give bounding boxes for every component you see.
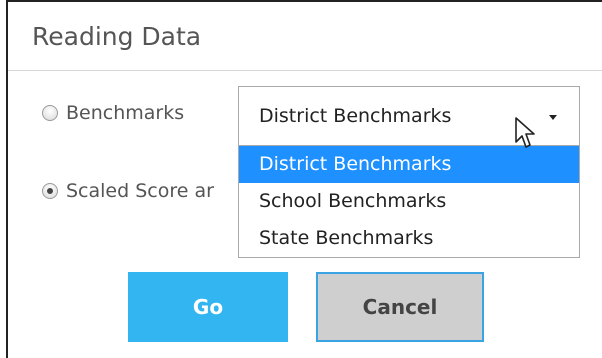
go-button[interactable]: Go [128,272,288,342]
mouse-pointer-icon [515,117,535,148]
benchmarks-label: Benchmarks [66,102,185,124]
option-school-benchmarks[interactable]: School Benchmarks [239,183,579,220]
panel-header: Reading Data [8,2,602,71]
benchmark-select-value: District Benchmarks [259,105,452,127]
scaled-score-label: Scaled Score ar [66,180,214,202]
reading-data-panel: Reading Data Benchmarks Scaled Score ar … [6,0,602,358]
benchmarks-option[interactable]: Benchmarks [42,102,184,124]
option-state-benchmarks[interactable]: State Benchmarks [239,220,579,257]
option-district-benchmarks[interactable]: District Benchmarks [239,146,579,183]
panel-title: Reading Data [32,22,202,51]
benchmark-dropdown-list: District Benchmarks School Benchmarks St… [238,146,580,258]
cancel-button[interactable]: Cancel [316,272,484,342]
benchmarks-radio[interactable] [42,105,58,121]
caret-down-icon[interactable] [549,115,557,120]
scaled-score-radio[interactable] [42,183,58,199]
scaled-score-option[interactable]: Scaled Score ar [42,180,214,202]
